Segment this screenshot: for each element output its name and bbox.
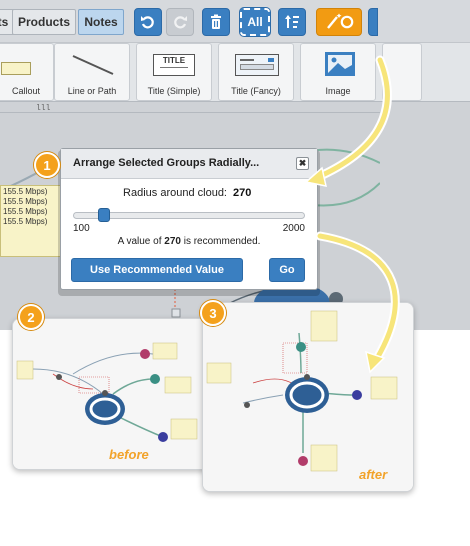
tab-products-label: Products (17, 15, 70, 29)
callout-icon (1, 62, 31, 75)
dialog-title: Arrange Selected Groups Radially... (73, 157, 260, 169)
line-icon (72, 55, 114, 75)
title-fancy-icon (235, 54, 279, 76)
step-badge-2: 2 (18, 304, 44, 330)
tab-products[interactable]: Products (12, 9, 76, 35)
after-label: after (359, 467, 388, 482)
shape-palette: Callout Line or Path TITLE Title (Simple… (0, 42, 470, 102)
before-screenshot-panel: before (12, 318, 214, 470)
recommendation-text: A value of 270 is recommended. (117, 236, 261, 247)
tab-notes[interactable]: Notes (78, 9, 124, 35)
shape-line[interactable]: Line or Path (54, 43, 130, 101)
rate-line: 155.5 Mbps) (3, 197, 48, 206)
slider-max-label: 2000 (282, 223, 305, 234)
rate-line: 155.5 Mbps) (3, 187, 48, 196)
title-simple-icon: TITLE (153, 54, 195, 76)
close-icon[interactable]: ✖ (296, 157, 309, 170)
shape-callout[interactable]: Callout (0, 43, 54, 101)
step-badge-3: 3 (200, 300, 226, 326)
recommended-value: 270 (164, 236, 181, 247)
after-diagram (203, 303, 413, 491)
radius-value: 270 (233, 187, 252, 199)
arrange-radially-dialog: Arrange Selected Groups Radially... ✖ Ra… (60, 148, 318, 290)
shape-partial[interactable] (382, 43, 422, 101)
toolbar-overflow-button[interactable] (368, 8, 378, 36)
shape-image[interactable]: Image (300, 43, 376, 101)
select-all-label: All (247, 15, 263, 29)
sort-icon (285, 15, 299, 28)
image-icon (325, 52, 355, 76)
top-toolbar: ts Products Notes All (0, 0, 470, 42)
before-label: before (109, 447, 149, 462)
slider-min-label: 100 (73, 223, 90, 234)
undo-button[interactable] (134, 8, 162, 36)
application-window: ts Products Notes All (0, 0, 470, 330)
radius-slider-handle[interactable] (97, 208, 110, 222)
redo-icon (174, 16, 187, 29)
dialog-header: Arrange Selected Groups Radially... ✖ (61, 149, 317, 179)
magic-wand-icon (327, 13, 354, 29)
radius-label: Radius around cloud: (123, 187, 227, 199)
rate-line: 155.5 Mbps) (3, 217, 48, 226)
step-badge-1: 1 (34, 152, 60, 178)
redo-button[interactable] (166, 8, 194, 36)
go-button[interactable]: Go (269, 258, 305, 282)
tab-notes-label: Notes (84, 15, 118, 29)
link-rate-callout[interactable]: 155.5 Mbps) 155.5 Mbps) 155.5 Mbps) 155.… (0, 185, 62, 257)
magic-wand-button[interactable] (316, 8, 362, 36)
trash-icon (211, 14, 221, 29)
shape-title-fancy[interactable]: Title (Fancy) (218, 43, 294, 101)
select-all-button[interactable]: All (239, 7, 271, 37)
sort-button[interactable] (278, 8, 306, 36)
after-screenshot-panel: after (202, 302, 414, 492)
delete-button[interactable] (202, 8, 230, 36)
undo-icon (141, 16, 154, 29)
shape-title-simple[interactable]: TITLE Title (Simple) (136, 43, 212, 101)
rate-line: 155.5 Mbps) (3, 207, 48, 216)
use-recommended-value-button[interactable]: Use Recommended Value (71, 258, 243, 282)
